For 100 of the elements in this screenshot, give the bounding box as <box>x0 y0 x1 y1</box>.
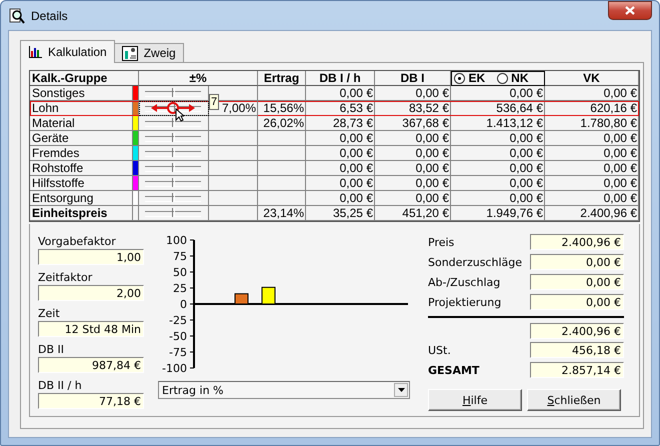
table-cell <box>258 176 306 191</box>
dialog-button[interactable]: Schließen <box>527 389 621 411</box>
value-field[interactable]: 456,18 € <box>530 342 624 358</box>
chart-bar <box>262 286 276 304</box>
table-cell: 0,00 € <box>545 191 639 206</box>
table-cell: 0,00 € <box>451 161 545 176</box>
radio-label: NK <box>511 71 528 85</box>
summary-label: Ab-/Zuschlag <box>428 276 500 288</box>
table-cell <box>258 131 306 146</box>
slider-track[interactable] <box>145 121 201 127</box>
table-cell: 0,00 € <box>306 86 375 101</box>
field-label: Vorgabefaktor <box>38 234 117 249</box>
table-cell: 1.413,12 € <box>451 116 545 131</box>
value-field[interactable]: 2.400,96 € <box>530 234 624 250</box>
column-header: Kalk.-Gruppe <box>30 71 139 86</box>
axis-tick-label: 25 <box>173 282 187 295</box>
table-cell: 1.780,80 € <box>545 116 639 131</box>
table-cell: 0,00 € <box>375 131 451 146</box>
table-cell: 0,00 € <box>375 176 451 191</box>
value-field[interactable]: 77,18 € <box>38 393 144 409</box>
chart-bar <box>234 293 248 304</box>
axis-tick-label: 50 <box>173 266 187 279</box>
window-title: Details <box>31 8 68 22</box>
table-cell: 0,00 € <box>375 161 451 176</box>
table-cell: 0,00 € <box>451 191 545 206</box>
table-cell: 0,00 € <box>451 86 545 101</box>
summary-label: Preis <box>428 236 454 248</box>
slider-track[interactable] <box>145 166 201 172</box>
slider-track[interactable] <box>145 91 201 97</box>
slider-thumb[interactable] <box>172 178 175 187</box>
value-field[interactable]: 2,00 <box>38 285 144 301</box>
table-cell <box>258 146 306 161</box>
table-cell: 2.400,96 € <box>545 206 639 221</box>
value-field[interactable]: 12 Std 48 Min <box>38 321 144 337</box>
slider-track[interactable] <box>145 211 201 217</box>
table-cell: 1.949,76 € <box>451 206 545 221</box>
slider-thumb[interactable] <box>172 163 175 172</box>
table-cell: 6,53 € <box>306 101 375 116</box>
table-cell: 0,00 € <box>375 86 451 101</box>
table-cell: 0,00 € <box>306 161 375 176</box>
radio-label: EK <box>468 71 486 85</box>
slider-thumb[interactable] <box>172 133 175 142</box>
field-label: Zeitfaktor <box>38 270 94 285</box>
axis-tick-label: -75 <box>169 346 187 359</box>
value-field[interactable]: 0,00 € <box>530 274 624 290</box>
slider-track[interactable] <box>145 181 201 187</box>
radio-button[interactable] <box>497 72 508 84</box>
slider-track[interactable] <box>145 196 201 202</box>
axis-tick-label: 75 <box>173 250 187 263</box>
slider-thumb[interactable] <box>172 148 175 157</box>
axis-tick-label: 100 <box>166 234 187 247</box>
value-field[interactable]: 987,84 € <box>38 357 144 373</box>
summary-label: USt. <box>428 344 451 356</box>
table-cell: 536,64 € <box>451 101 545 116</box>
table-cell: 367,68 € <box>375 116 451 131</box>
table-cell: 0,00 € <box>375 146 451 161</box>
table-cell: 0,00 € <box>545 161 639 176</box>
slider-thumb[interactable] <box>172 88 175 97</box>
table-cell <box>258 161 306 176</box>
table-cell: 83,52 € <box>375 101 451 116</box>
dialog-button[interactable]: Hilfe <box>428 389 522 411</box>
field-label: DB II / h <box>38 378 83 393</box>
table-cell: 15,56% <box>258 101 306 116</box>
table-cell: Einheitspreis <box>30 206 133 221</box>
column-header: VK <box>545 71 639 86</box>
table-cell: 0,00 € <box>306 146 375 161</box>
tab[interactable]: Zweig <box>114 43 184 63</box>
radio-button[interactable] <box>454 72 466 84</box>
axis-tick-label: -50 <box>169 330 187 343</box>
table-cell: 26,02% <box>258 116 306 131</box>
value-field[interactable]: 1,00 <box>38 249 144 265</box>
table-cell <box>258 86 306 101</box>
bar-chart-icon <box>28 46 42 58</box>
table-cell: 0,00 € <box>451 176 545 191</box>
slider-track[interactable] <box>145 136 201 142</box>
value-field[interactable]: 2.400,96 € <box>530 323 624 339</box>
value-tooltip: 7 <box>209 94 220 110</box>
slider-thumb[interactable] <box>172 118 175 127</box>
close-button[interactable] <box>608 1 652 20</box>
axis-tick-label: 0 <box>180 298 187 311</box>
axis-tick-label: -25 <box>169 314 187 327</box>
slider-thumb[interactable] <box>172 208 175 217</box>
table-cell: 0,00 € <box>545 131 639 146</box>
slider-thumb[interactable] <box>172 193 175 202</box>
value-field[interactable]: 0,00 € <box>530 254 624 270</box>
chart-dropdown[interactable]: Ertrag in % <box>158 381 410 399</box>
slider-track[interactable] <box>145 151 201 157</box>
close-icon <box>625 6 635 15</box>
column-header: DB I <box>375 71 451 86</box>
caret-icon <box>398 388 404 392</box>
table-cell <box>258 191 306 206</box>
table-cell: 0,00 € <box>306 191 375 206</box>
value-field[interactable]: 0,00 € <box>530 294 624 310</box>
table-cell: 0,00 € <box>545 86 639 101</box>
table-cell: 0,00 € <box>306 176 375 191</box>
summary-label: GESAMT <box>428 364 480 376</box>
magnifier-document-icon <box>9 8 25 24</box>
tab[interactable]: Kalkulation <box>20 40 115 63</box>
table-cell: 0,00 € <box>545 146 639 161</box>
value-field[interactable]: 2.857,14 € <box>530 362 624 378</box>
